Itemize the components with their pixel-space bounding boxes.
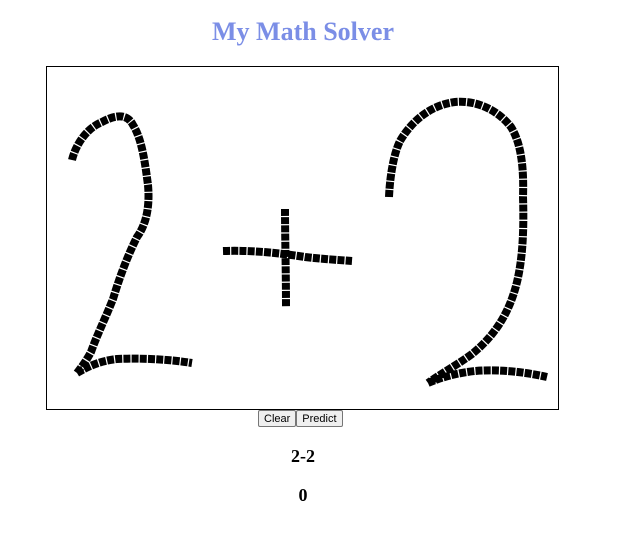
predict-button[interactable]: Predict [296,410,343,427]
stroke-first-two [68,112,193,377]
predicted-expression: 2-2 [291,446,315,466]
page-title: My Math Solver [212,17,394,46]
handwriting-strokes [68,97,548,387]
drawing-canvas[interactable] [46,66,559,410]
stroke-second-two [385,97,548,387]
control-bar: Clear Predict [258,410,343,427]
clear-button[interactable]: Clear [258,410,297,427]
computed-answer: 0 [298,485,308,505]
